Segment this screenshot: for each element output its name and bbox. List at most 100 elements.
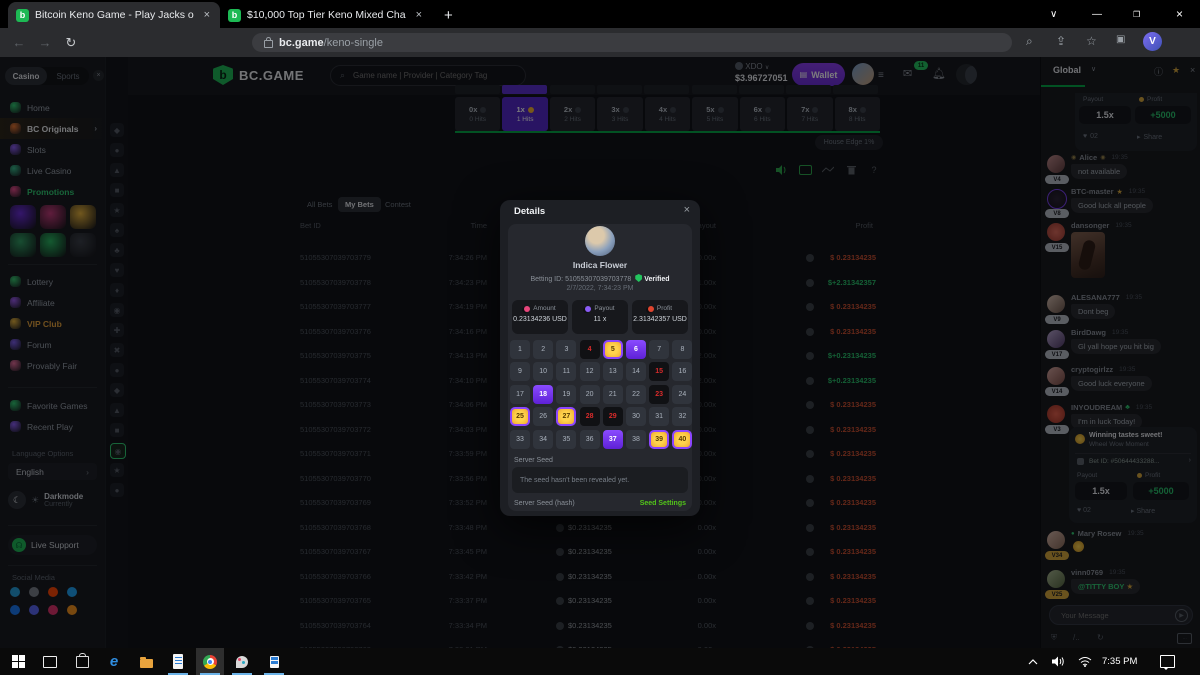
modal-title: Details — [514, 206, 545, 217]
keno-cell: 33 — [510, 430, 530, 449]
tab-close-icon[interactable]: × — [414, 9, 424, 21]
keno-cell-drawn: 23 — [649, 385, 669, 404]
coin-stack-icon — [648, 306, 654, 312]
keno-cell-drawn: 15 — [649, 362, 669, 381]
url-bar[interactable]: bc.game /keno-single — [252, 33, 1012, 52]
stat-value: 11 x — [572, 316, 628, 323]
taskbar: e 7:35 PM — [0, 648, 1200, 675]
stat-value: 0.23134236 USD — [512, 316, 568, 323]
keno-cell: 19 — [556, 385, 576, 404]
details-modal: Details × Indica Flower Betting ID: 5105… — [500, 200, 700, 516]
verified-label: Verified — [644, 276, 669, 283]
share-icon[interactable]: ⇪ — [1056, 34, 1066, 48]
url-domain: bc.game — [279, 37, 324, 49]
stat-label: Amount — [533, 305, 555, 312]
coin-stack-icon — [585, 306, 591, 312]
tab-favicon: b — [228, 9, 241, 22]
stat-label-row: Amount — [512, 305, 568, 312]
minimize-button[interactable]: — — [1092, 0, 1102, 28]
keno-cell: 31 — [649, 407, 669, 426]
stat-label-row: Payout — [572, 305, 628, 312]
keno-cell-drawn: 28 — [580, 407, 600, 426]
keno-cell: 8 — [672, 340, 692, 359]
keno-cell-hit: 25 — [510, 407, 530, 426]
close-button[interactable]: × — [1176, 0, 1183, 28]
lock-icon — [264, 40, 273, 48]
stat-profit: Profit 2.31342357 USD — [632, 300, 688, 334]
seed-settings-link[interactable]: Seed Settings — [640, 500, 686, 507]
tray-chevron-icon[interactable] — [1028, 648, 1038, 675]
keno-cell-hit: 40 — [672, 430, 692, 449]
keno-cell: 14 — [626, 362, 646, 381]
volume-tray-icon[interactable] — [1052, 648, 1065, 675]
keno-cell-hit: 39 — [649, 430, 669, 449]
stat-label: Payout — [594, 305, 614, 312]
keno-cell-hit: 27 — [556, 407, 576, 426]
player-name: Indica Flower — [500, 260, 700, 270]
browser-tab[interactable]: b Bitcoin Keno Game - Play Jacks o × — [8, 2, 220, 28]
wifi-icon[interactable] — [1078, 648, 1092, 675]
start-button[interactable] — [4, 648, 32, 675]
store-icon[interactable] — [68, 648, 96, 675]
server-seed-value: The seed hasn't been revealed yet. — [512, 467, 688, 493]
new-tab-button[interactable]: + — [444, 7, 453, 28]
screen: bBitcoin Keno Game - Play Jacks o×b$10,0… — [0, 0, 1200, 675]
keno-cell: 35 — [556, 430, 576, 449]
chrome-icon[interactable] — [196, 648, 224, 675]
back-button[interactable]: ← — [6, 35, 32, 50]
tab-close-icon[interactable]: × — [202, 9, 212, 21]
keno-cell: 16 — [672, 362, 692, 381]
keno-cell: 20 — [580, 385, 600, 404]
extensions-icon[interactable]: ▣ — [1116, 34, 1125, 45]
star-icon[interactable]: ☆ — [1086, 34, 1097, 48]
server-seed-hash-label: Server Seed (hash) — [514, 500, 575, 507]
coin-stack-icon — [524, 306, 530, 312]
browser-tab[interactable]: b$10,000 Top Tier Keno Mixed Cha× — [220, 2, 432, 28]
bet-date: 2/7/2022, 7:34:23 PM — [500, 285, 700, 292]
keno-cell: 26 — [533, 407, 553, 426]
maximize-button[interactable]: ❒ — [1133, 0, 1140, 28]
keno-cell-drawn: 29 — [603, 407, 623, 426]
edge-icon[interactable]: e — [100, 648, 128, 675]
tab-strip-tabs: bBitcoin Keno Game - Play Jacks o×b$10,0… — [8, 2, 432, 28]
player-avatar — [585, 226, 615, 256]
keno-cell: 17 — [510, 385, 530, 404]
keno-cell: 10 — [533, 362, 553, 381]
modal-close-icon[interactable]: × — [684, 204, 690, 216]
tab-title: Bitcoin Keno Game - Play Jacks o — [35, 9, 196, 21]
tab-favicon: b — [16, 9, 29, 22]
keno-cell-hit: 5 — [603, 340, 623, 359]
keno-cell: 24 — [672, 385, 692, 404]
keno-cell: 34 — [533, 430, 553, 449]
forward-button[interactable]: → — [32, 35, 58, 50]
browser-tab-strip: bBitcoin Keno Game - Play Jacks o×b$10,0… — [0, 0, 1200, 28]
server-seed-label: Server Seed — [514, 457, 553, 464]
clock[interactable]: 7:35 PM — [1102, 648, 1137, 675]
task-view-button[interactable] — [36, 648, 64, 675]
keno-cell-drawn: 4 — [580, 340, 600, 359]
keno-cell: 21 — [603, 385, 623, 404]
calculator-icon[interactable] — [260, 648, 288, 675]
paint-icon[interactable] — [228, 648, 256, 675]
stat-label: Profit — [657, 305, 672, 312]
stat-value: 2.31342357 USD — [632, 316, 688, 323]
betting-id-row: Betting ID: 51055307039703778 Verified — [500, 274, 700, 283]
window-menu-icon[interactable]: ∨ — [1050, 0, 1057, 28]
keno-cell: 32 — [672, 407, 692, 426]
notepad-icon[interactable] — [164, 648, 192, 675]
zoom-icon[interactable]: ⌕ — [1026, 34, 1033, 49]
stat-amount: Amount 0.23134236 USD — [512, 300, 568, 334]
keno-cell: 22 — [626, 385, 646, 404]
keno-cell: 9 — [510, 362, 530, 381]
keno-cell: 3 — [556, 340, 576, 359]
keno-cell: 38 — [626, 430, 646, 449]
betting-id: Betting ID: 51055307039703778 — [530, 276, 631, 283]
reload-button[interactable]: ↻ — [58, 35, 84, 51]
explorer-icon[interactable] — [132, 648, 160, 675]
verified-shield-icon — [635, 274, 642, 282]
keno-cell-selected: 18 — [533, 385, 553, 404]
action-center-icon[interactable] — [1160, 648, 1175, 675]
page-viewport: Casino Sports × HomeBC Originals›SlotsLi… — [0, 57, 1200, 648]
profile-avatar[interactable]: V — [1143, 32, 1162, 51]
url-path: /keno-single — [324, 37, 383, 49]
